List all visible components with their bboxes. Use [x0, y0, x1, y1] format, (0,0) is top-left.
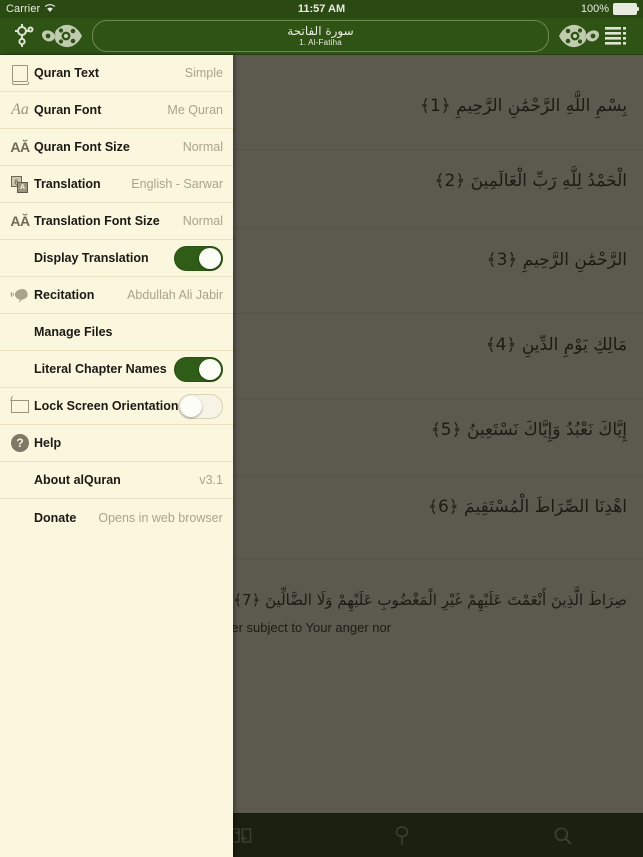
rotate-lock-icon — [6, 399, 34, 413]
sidebar-item-label: Quran Text — [34, 66, 100, 80]
font-size-icon: AĂ — [10, 213, 30, 229]
sidebar-item-lock-screen-orientation[interactable]: Lock Screen Orientation — [0, 388, 233, 425]
battery-percent-label: 100% — [580, 3, 609, 15]
sidebar-item-translation-font-size[interactable]: AĂ Translation Font Size Normal — [0, 203, 233, 240]
book-icon — [6, 64, 34, 85]
sidebar-item-recitation[interactable]: Recitation Abdullah Ali Jabir — [0, 277, 233, 314]
font-italic-aa-icon: Aa — [11, 101, 29, 118]
sidebar-item-value: Me Quran — [167, 103, 223, 117]
toggle-knob — [180, 395, 203, 417]
sidebar-item-value: Simple — [184, 66, 223, 80]
sidebar-item-value: Normal — [182, 214, 223, 228]
sidebar-item-label: Donate — [34, 510, 77, 525]
settings-sidebar: Quran Text Simple Aa Quran Font Me Quran… — [0, 55, 233, 857]
sidebar-item-label: Manage Files — [34, 325, 113, 339]
sidebar-item-label: Display Translation — [34, 251, 149, 265]
sidebar-item-label: Quran Font — [34, 103, 102, 117]
sidebar-item-label: Help — [34, 436, 62, 450]
sidebar-item-label: Quran Font Size — [34, 140, 130, 154]
gear-icon[interactable] — [8, 21, 42, 51]
search-icon[interactable] — [482, 814, 643, 857]
app-root: Carrier 11:57 AM 100% سورة الفاتحة 1. Al… — [0, 0, 643, 857]
clock-label: 11:57 AM — [297, 3, 346, 15]
status-bar: Carrier 11:57 AM 100% — [0, 0, 643, 18]
sidebar-item-display-translation[interactable]: Display Translation — [0, 240, 233, 277]
ornament-left-icon — [41, 21, 98, 51]
battery-icon — [613, 3, 639, 15]
list-menu-icon[interactable] — [599, 21, 635, 51]
toggle-knob — [199, 358, 221, 380]
sidebar-item-about-alquran[interactable]: About alQuran v3.1 — [0, 462, 233, 499]
sidebar-item-label: About alQuran — [34, 473, 121, 487]
sidebar-item-translation[interactable]: عA Translation English - Sarwar — [0, 166, 233, 203]
chapter-title-pill[interactable]: سورة الفاتحة 1. Al-Fatiha — [92, 20, 549, 52]
toggle-knob — [199, 247, 221, 269]
sidebar-item-help[interactable]: ? Help — [0, 425, 233, 462]
wifi-icon — [44, 3, 56, 16]
sidebar-item-quran-font-size[interactable]: AĂ Quran Font Size Normal — [0, 129, 233, 166]
chapter-title-english: 1. Al-Fatiha — [299, 37, 342, 47]
sidebar-item-value: Normal — [182, 140, 223, 154]
sidebar-item-label: Literal Chapter Names — [34, 362, 167, 376]
status-bar-left: Carrier — [6, 3, 176, 16]
sidebar-item-literal-chapter-names[interactable]: Literal Chapter Names — [0, 351, 233, 388]
help-icon: ? — [6, 434, 34, 452]
font-size-icon: AĂ — [10, 139, 30, 155]
sidebar-item-label: Lock Screen Orientation — [34, 399, 179, 413]
sidebar-item-value: English - Sarwar — [131, 177, 223, 191]
bookmark-pin-icon[interactable] — [322, 814, 483, 857]
sidebar-item-donate[interactable]: Donate Opens in web browser — [0, 499, 233, 536]
display-translation-toggle[interactable] — [174, 245, 223, 271]
chapter-title-arabic: سورة الفاتحة — [287, 23, 354, 38]
sidebar-item-manage-files[interactable]: Manage Files — [0, 314, 233, 351]
literal-chapter-names-toggle[interactable] — [174, 356, 223, 382]
status-bar-right: 100% — [467, 3, 639, 15]
sidebar-item-value: Opens in web browser — [98, 510, 223, 525]
ornament-right-icon — [543, 21, 600, 51]
sidebar-item-label: Recitation — [34, 288, 95, 302]
translation-icon: عA — [6, 175, 34, 193]
sidebar-item-value: Abdullah Ali Jabir — [127, 288, 223, 302]
sidebar-item-quran-font[interactable]: Aa Quran Font Me Quran — [0, 92, 233, 129]
sidebar-item-label: Translation — [34, 177, 101, 191]
lock-screen-orientation-toggle[interactable] — [178, 393, 223, 419]
sidebar-item-label: Translation Font Size — [34, 214, 160, 228]
carrier-label: Carrier — [6, 3, 41, 15]
sidebar-item-value: v3.1 — [199, 473, 223, 487]
sidebar-item-quran-text[interactable]: Quran Text Simple — [0, 55, 233, 92]
speaker-icon — [6, 286, 34, 304]
navigation-bar: سورة الفاتحة 1. Al-Fatiha — [0, 18, 643, 55]
